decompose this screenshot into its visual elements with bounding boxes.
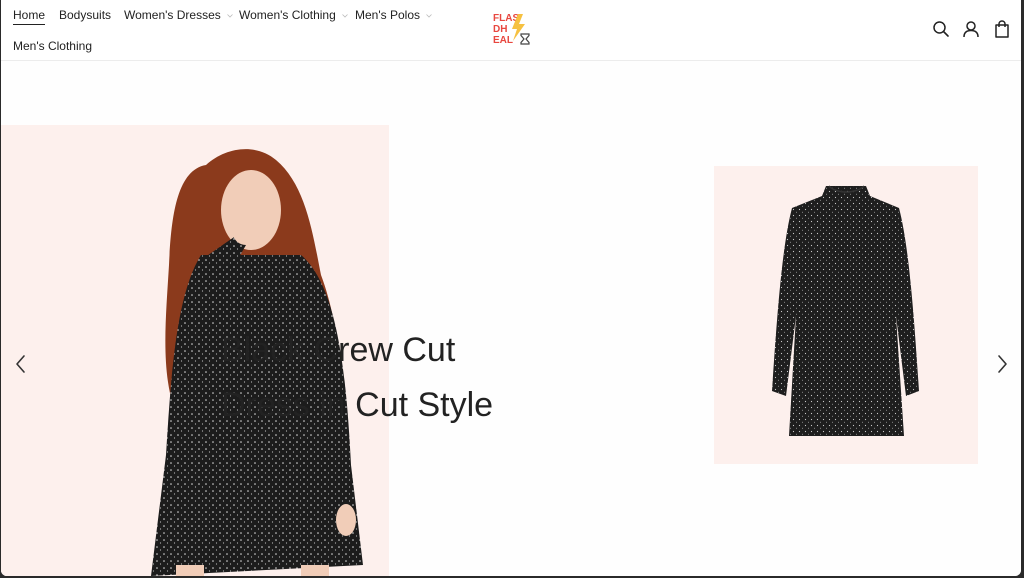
nav-womens-dresses[interactable]: Women's Dresses <box>124 8 233 22</box>
hourglass-icon <box>520 33 530 45</box>
hero-headline: Black Crew Cut Dress in Cut Style <box>221 323 601 433</box>
nav-mens-clothing[interactable]: Men's Clothing <box>13 39 92 53</box>
hero-slider: Black Crew Cut Dress in Cut Style <box>1 61 1021 576</box>
nav-bodysuits[interactable]: Bodysuits <box>59 8 111 22</box>
hero-headline-line-2: Dress in Cut Style <box>221 386 494 424</box>
site-header: Home Bodysuits Women's Dresses Women's C… <box>1 0 1021 61</box>
flashdeal-logo[interactable]: FLAS DH EAL <box>491 10 533 50</box>
logo-line-2: DH <box>493 24 507 35</box>
hero-headline-line-1: Black Crew Cut <box>221 331 456 369</box>
account-icon[interactable] <box>962 20 980 38</box>
nav-mens-polos-label: Men's Polos <box>355 8 420 22</box>
nav-womens-dresses-label: Women's Dresses <box>124 8 221 22</box>
nav-bodysuits-label: Bodysuits <box>59 8 112 22</box>
nav-womens-clothing[interactable]: Women's Clothing <box>239 8 348 22</box>
search-icon[interactable] <box>932 20 950 38</box>
nav-mens-polos[interactable]: Men's Polos <box>355 8 433 22</box>
product-image[interactable] <box>714 166 978 464</box>
chevron-down-icon <box>227 14 233 18</box>
nav-home-label: Home <box>13 8 46 25</box>
nav-womens-clothing-label: Women's Clothing <box>239 8 336 22</box>
logo-line-3: EAL <box>493 35 513 46</box>
nav-home[interactable]: Home <box>13 8 46 25</box>
chevron-down-icon <box>342 14 348 18</box>
chevron-right-icon[interactable] <box>992 353 1012 375</box>
browser-viewport: Home Bodysuits Women's Dresses Women's C… <box>1 0 1021 576</box>
nav-mens-clothing-label: Men's Clothing <box>13 39 92 53</box>
chevron-down-icon <box>426 14 433 18</box>
cart-icon[interactable] <box>993 20 1011 38</box>
black-dress-product-image <box>772 185 919 436</box>
chevron-left-icon[interactable] <box>11 353 31 375</box>
